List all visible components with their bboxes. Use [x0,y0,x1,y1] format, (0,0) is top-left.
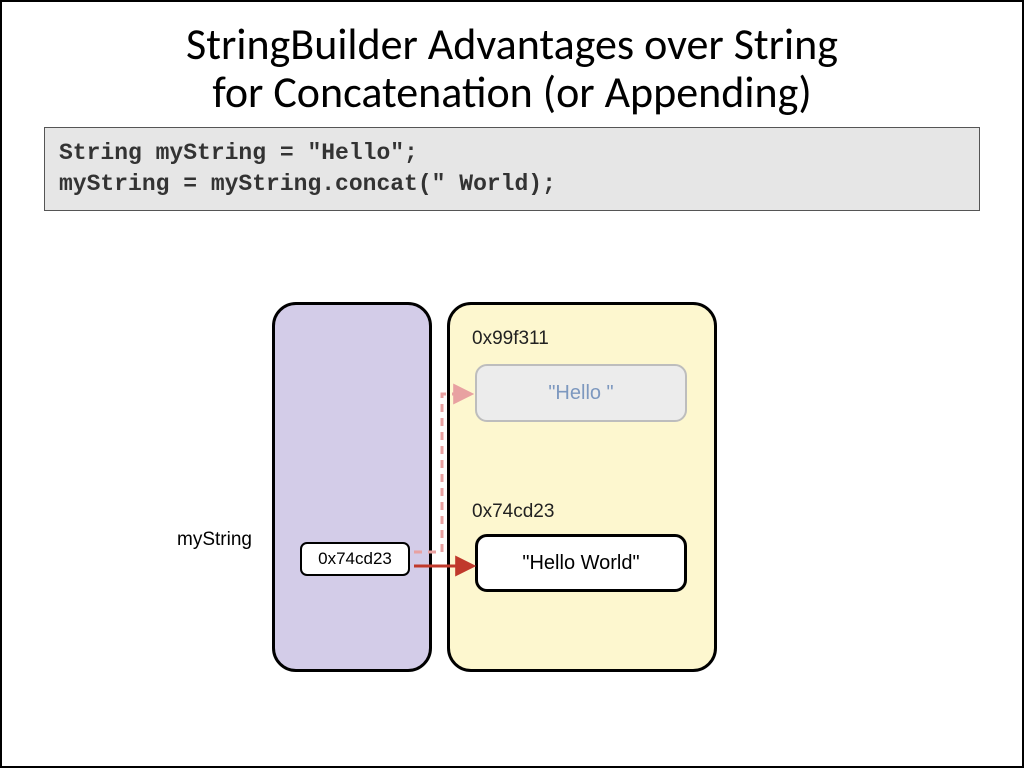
code-snippet: String myString = "Hello"; myString = my… [44,127,980,211]
slide-title: StringBuilder Advantages over String for… [42,20,982,117]
heap-object-new: "Hello World" [475,534,687,592]
title-line-2: for Concatenation (or Appending) [212,65,811,119]
heap-address-new: 0x74cd23 [472,501,554,523]
variable-label: myString [177,529,252,551]
slide-frame: StringBuilder Advantages over String for… [0,0,1024,768]
stack-region [272,302,432,672]
title-line-1: StringBuilder Advantages over String [186,17,838,71]
heap-region [447,302,717,672]
pointer-box: 0x74cd23 [300,542,410,576]
memory-diagram: myString 0x74cd23 0x99f311 "Hello " 0x74… [2,272,1022,702]
heap-object-old: "Hello " [475,364,687,422]
heap-address-old: 0x99f311 [472,328,549,350]
